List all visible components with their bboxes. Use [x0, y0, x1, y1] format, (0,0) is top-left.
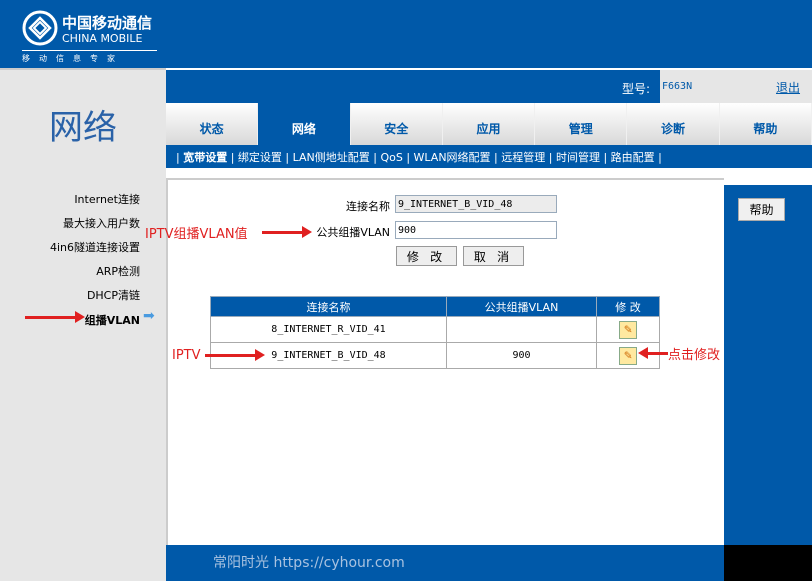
logo-cn: 中国移动通信	[62, 12, 152, 33]
help-button[interactable]: 帮助	[738, 198, 785, 221]
cell-conn-name: 8_INTERNET_R_VID_41	[211, 317, 447, 343]
model-value: F663N	[662, 81, 692, 92]
table-row: 9_INTERNET_B_VID_48 900 ✎	[211, 343, 660, 369]
annotation-iptv: IPTV	[172, 348, 201, 363]
logo-icon	[22, 10, 58, 46]
submenu-lan[interactable]: LAN侧地址配置	[293, 151, 370, 164]
cell-vlan	[447, 317, 597, 343]
annotation-arrow-icon	[262, 231, 304, 234]
tab-status[interactable]: 状态	[166, 103, 258, 145]
watermark: 常阳时光 https://cyhour.com	[213, 552, 405, 572]
submenu-qos[interactable]: QoS	[380, 151, 402, 164]
tab-diagnosis[interactable]: 诊断	[627, 103, 719, 145]
col-modify: 修 改	[597, 297, 660, 317]
sidebar-item-4in6[interactable]: 4in6隧道连接设置	[50, 239, 140, 255]
tab-management[interactable]: 管理	[535, 103, 627, 145]
multicast-vlan-table: 连接名称 公共组播VLAN 修 改 8_INTERNET_R_VID_41 ✎ …	[210, 296, 660, 369]
cell-vlan: 900	[447, 343, 597, 369]
sidebar-item-dhcp[interactable]: DHCP清链	[87, 287, 140, 303]
section-title: 网络	[0, 100, 166, 149]
annotation-click: 点击修改	[668, 344, 720, 363]
table-header: 连接名称 公共组播VLAN 修 改	[211, 297, 660, 317]
submenu-remote[interactable]: 远程管理	[501, 151, 545, 164]
submenu-wlan[interactable]: WLAN网络配置	[414, 151, 491, 164]
table-row: 8_INTERNET_R_VID_41 ✎	[211, 317, 660, 343]
tab-security[interactable]: 安全	[351, 103, 443, 145]
col-conn-name: 连接名称	[211, 297, 447, 317]
tab-help[interactable]: 帮助	[720, 103, 812, 145]
footer-right	[724, 545, 812, 581]
submenu-binding[interactable]: 绑定设置	[238, 151, 282, 164]
tab-network[interactable]: 网络	[258, 103, 350, 145]
submenu: | 宽带设置 | 绑定设置 | LAN侧地址配置 | QoS | WLAN网络配…	[166, 145, 812, 168]
cancel-button[interactable]: 取 消	[463, 246, 524, 266]
conn-name-label: 连接名称	[330, 198, 390, 214]
sidebar-item-max-users[interactable]: 最大接入用户数	[63, 215, 140, 231]
tab-application[interactable]: 应用	[443, 103, 535, 145]
annotation-vlan: IPTV组播VLAN值	[145, 223, 248, 242]
submenu-time[interactable]: 时间管理	[556, 151, 600, 164]
sidebar-item-multicast-vlan[interactable]: 组播VLAN	[85, 312, 140, 328]
edit-icon[interactable]: ✎	[619, 321, 637, 339]
modify-button[interactable]: 修 改	[396, 246, 457, 266]
logo-en: CHINA MOBILE	[62, 32, 142, 45]
china-mobile-logo: 中国移动通信 CHINA MOBILE 移动信息专家	[22, 10, 162, 65]
sidebar-item-internet[interactable]: Internet连接	[74, 191, 140, 207]
col-vlan: 公共组播VLAN	[447, 297, 597, 317]
logout-link[interactable]: 退出	[776, 79, 800, 96]
annotation-arrow-icon	[205, 354, 257, 357]
vlan-field[interactable]	[395, 221, 557, 239]
help-panel	[724, 185, 812, 545]
annotation-arrow-icon	[25, 316, 77, 319]
sidebar-item-arp[interactable]: ARP检测	[96, 263, 140, 279]
submenu-broadband[interactable]: 宽带设置	[183, 151, 227, 164]
vlan-label: 公共组播VLAN	[300, 224, 390, 240]
submenu-route[interactable]: 路由配置	[611, 151, 655, 164]
current-arrow-icon: ➡	[143, 308, 155, 324]
edit-icon[interactable]: ✎	[619, 347, 637, 365]
logo-slogan: 移动信息专家	[22, 50, 157, 64]
footer-left	[0, 545, 166, 581]
main-tabs: 状态 网络 安全 应用 管理 诊断 帮助	[166, 103, 812, 145]
model-label: 型号:	[622, 80, 650, 97]
annotation-arrow-icon	[646, 352, 668, 355]
conn-name-field[interactable]	[395, 195, 557, 213]
